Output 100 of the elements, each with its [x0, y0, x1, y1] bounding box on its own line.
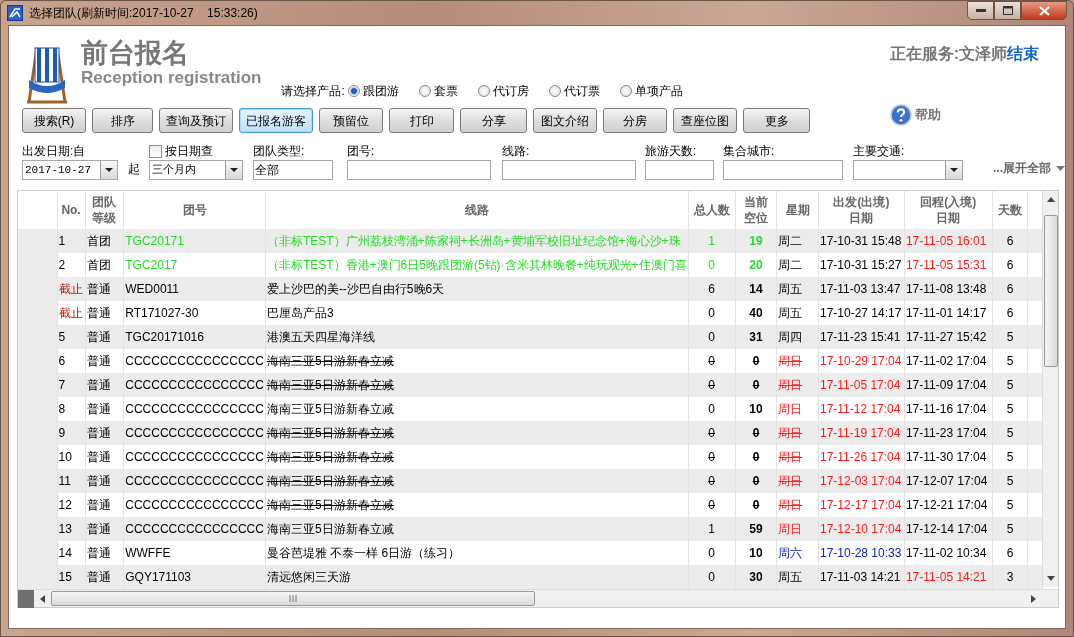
table-cell: 5 — [992, 325, 1028, 349]
input-field[interactable] — [645, 160, 714, 180]
radio-label[interactable]: 代订房 — [492, 82, 529, 100]
toolbar-button[interactable]: 查询及预订 — [159, 108, 233, 133]
toolbar-button[interactable]: 搜索(R) — [22, 108, 86, 133]
table-cell: 17-11-23 15:41 — [818, 325, 905, 349]
input-field[interactable]: 全部 — [253, 160, 333, 180]
input-field[interactable] — [502, 160, 636, 180]
window-title: 选择团队(刷新时间:2017-10-27 15:33:26) — [29, 5, 258, 22]
table-cell: 0 — [688, 565, 736, 589]
table-cell: 周日 — [776, 373, 819, 397]
column-header[interactable]: 天数 — [992, 191, 1028, 229]
column-header[interactable]: 团队等级 — [85, 191, 124, 229]
scroll-right-icon[interactable] — [1031, 594, 1036, 603]
table-cell: 17-11-09 17:04 — [904, 373, 993, 397]
table-cell: 周日 — [776, 421, 819, 445]
dropdown-field[interactable]: 2017-10-27 — [22, 160, 118, 180]
table-cell: 周五 — [776, 277, 819, 301]
radio-label[interactable]: 跟团游 — [362, 82, 399, 100]
scroll-left-icon[interactable] — [40, 594, 45, 603]
table-cell: 17-11-05 14:21 — [904, 565, 993, 589]
dropdown-field[interactable] — [853, 160, 963, 180]
toolbar-button[interactable]: 分房 — [603, 108, 667, 133]
radio-button[interactable] — [619, 85, 632, 97]
toolbar-button[interactable]: 排序 — [92, 108, 153, 133]
radio-button[interactable] — [548, 85, 561, 97]
table-cell: 13 — [57, 517, 86, 541]
table-cell: 周日 — [776, 469, 819, 493]
table-cell: 爱上沙巴的美--沙巴自由行5晚6天 — [265, 277, 689, 301]
close-icon[interactable] — [1038, 5, 1050, 16]
toolbar-button[interactable]: 已报名游客 — [239, 108, 313, 133]
toolbar-button[interactable]: 图文介绍 — [533, 108, 597, 133]
table-cell: 1 — [57, 229, 86, 253]
column-header[interactable]: 团号 — [123, 191, 266, 229]
expand-all-link[interactable]: ...展开全部 — [993, 159, 1051, 177]
column-header[interactable]: 线路 — [265, 191, 689, 229]
table-cell: 清远悠闲三天游 — [265, 565, 689, 589]
column-header[interactable]: No. — [57, 191, 86, 229]
dropdown-arrow-icon[interactable] — [230, 168, 238, 172]
checkbox-label[interactable]: 按日期查 — [165, 143, 213, 160]
filter-label: 集合城市: — [723, 143, 776, 160]
maximize-icon[interactable] — [1002, 6, 1013, 15]
table-cell: 普通 — [85, 277, 124, 301]
toolbar-button[interactable]: 查座位图 — [673, 108, 737, 133]
table-cell: 0 — [735, 421, 777, 445]
table-cell: 0 — [688, 373, 736, 397]
scroll-up-icon[interactable] — [1047, 197, 1055, 202]
product-label: 请选择产品: — [281, 83, 345, 100]
radio-button[interactable] — [418, 85, 431, 97]
radio-button[interactable] — [477, 85, 490, 97]
input-field[interactable] — [347, 160, 491, 180]
dropdown-arrow-icon[interactable] — [105, 168, 113, 172]
end-link[interactable]: 结束 — [1007, 42, 1039, 66]
table-cell: 1 — [688, 229, 736, 253]
column-header[interactable]: 回程(入境)日期 — [904, 191, 993, 229]
table-cell: 海南三亚5日游新春立减 — [265, 469, 689, 493]
table-cell: 17-12-10 17:04 — [818, 517, 905, 541]
table-cell: 海南三亚5日游新春立减 — [265, 517, 689, 541]
table-cell: CCCCCCCCCCCCCCCC — [123, 421, 266, 445]
table-cell: 普通 — [85, 325, 124, 349]
radio-button[interactable] — [347, 85, 360, 97]
page-title: 前台报名 — [81, 38, 190, 68]
help-icon[interactable] — [890, 103, 912, 126]
scrollbar-thumb[interactable] — [51, 591, 535, 606]
radio-label[interactable]: 单项产品 — [634, 82, 683, 100]
toolbar-button[interactable]: 预留位 — [319, 108, 383, 133]
table-cell: 普通 — [85, 469, 124, 493]
vertical-scrollbar[interactable] — [1042, 191, 1058, 587]
help-link[interactable]: 帮助 — [915, 104, 941, 125]
close-button[interactable] — [1021, 1, 1067, 20]
radio-label[interactable]: 代订票 — [563, 82, 600, 100]
maximize-button[interactable] — [994, 1, 1021, 20]
grip-icon — [289, 595, 297, 602]
table-cell: CCCCCCCCCCCCCCCC — [123, 517, 266, 541]
dropdown-field[interactable]: 三个月内 — [149, 160, 243, 180]
scrollbar-thumb[interactable] — [1044, 215, 1058, 367]
dropdown-arrow-icon[interactable] — [950, 168, 958, 172]
toolbar-button[interactable]: 打印 — [389, 108, 454, 133]
table-cell: 首团 — [85, 229, 124, 253]
toolbar-button[interactable]: 更多 — [743, 108, 810, 133]
expand-arrow-icon[interactable] — [1056, 165, 1065, 171]
scrollbar-corner — [18, 589, 34, 608]
table-cell: 31 — [735, 325, 777, 349]
column-header[interactable]: 出发(出境)日期 — [818, 191, 905, 229]
radio-label[interactable]: 套票 — [433, 82, 458, 100]
scroll-down-icon[interactable] — [1047, 576, 1055, 581]
checkbox[interactable] — [149, 145, 162, 158]
column-header[interactable]: 总人数 — [688, 191, 736, 229]
column-header[interactable]: 星期 — [776, 191, 819, 229]
table-cell: 0 — [735, 373, 777, 397]
column-header[interactable]: 当前空位 — [735, 191, 777, 229]
corner-cell — [18, 191, 58, 229]
toolbar-button[interactable]: 分享 — [460, 108, 527, 133]
input-field[interactable] — [723, 160, 843, 180]
filter-label: 线路: — [502, 143, 531, 160]
minimize-button[interactable] — [967, 1, 994, 20]
table-cell: 周二 — [776, 229, 819, 253]
horizontal-scrollbar[interactable] — [18, 589, 1058, 607]
minimize-icon[interactable] — [975, 8, 986, 13]
filter-label: 起 — [128, 161, 140, 178]
